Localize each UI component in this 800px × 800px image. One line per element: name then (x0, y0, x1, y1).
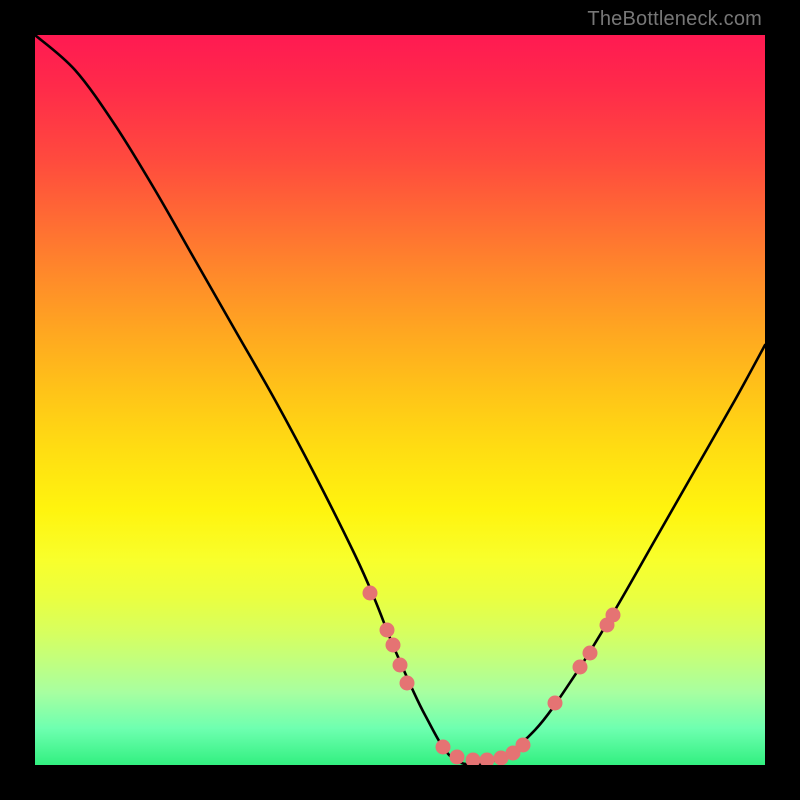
curve-line (35, 35, 765, 765)
data-point (386, 638, 401, 653)
data-markers (363, 586, 621, 766)
data-point (450, 750, 465, 765)
data-point (380, 623, 395, 638)
data-point (606, 608, 621, 623)
data-point (393, 658, 408, 673)
data-point (548, 696, 563, 711)
data-point (363, 586, 378, 601)
chart-svg (35, 35, 765, 765)
data-point (583, 646, 598, 661)
bottleneck-curve (35, 35, 765, 765)
data-point (400, 676, 415, 691)
data-point (466, 753, 481, 766)
data-point (516, 738, 531, 753)
watermark-text: TheBottleneck.com (587, 8, 762, 31)
chart-frame: TheBottleneck.com (0, 0, 800, 800)
data-point (480, 753, 495, 766)
plot-area (35, 35, 765, 765)
data-point (573, 660, 588, 675)
data-point (436, 740, 451, 755)
